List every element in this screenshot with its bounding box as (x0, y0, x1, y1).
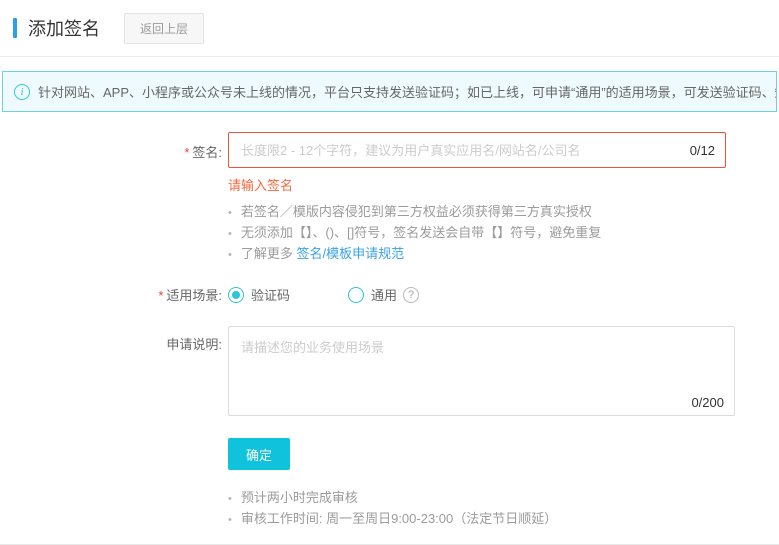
signature-spec-link[interactable]: 签名/模板申请规范 (296, 246, 404, 261)
scene-label-text: 适用场景: (166, 288, 222, 303)
required-mark: * (158, 288, 163, 303)
description-char-counter: 0/200 (691, 395, 724, 410)
footnotes: 预计两小时完成审核 审核工作时间: 周一至周日9:00-23:00（法定节日顺延… (228, 488, 779, 530)
back-button[interactable]: 返回上层 (124, 13, 204, 44)
signature-label-text: 签名: (192, 145, 222, 160)
description-textarea[interactable] (239, 335, 724, 393)
footnote-item: 预计两小时完成审核 (228, 488, 779, 509)
signature-label: *签名: (0, 132, 222, 168)
signature-form: *签名: 0/12 请输入签名 若签名／模版内容侵犯到第三方权益必须获得第三方真… (0, 132, 779, 530)
confirm-button[interactable]: 确定 (228, 438, 290, 470)
description-field: 0/200 (228, 326, 735, 416)
signature-field: 0/12 (228, 132, 726, 168)
signature-input[interactable] (239, 142, 682, 159)
scene-row: *适用场景: 验证码 通用 ? (0, 285, 779, 304)
note-item: 若签名／模版内容侵犯到第三方权益必须获得第三方真实授权 (228, 202, 779, 223)
radio-verification-code-label: 验证码 (251, 285, 290, 304)
radio-general-label: 通用 (371, 285, 397, 304)
add-signature-page: 添加签名 返回上层 i 针对网站、APP、小程序或公众号未上线的情况，平台只支持… (0, 0, 779, 545)
note-item: 无须添加【】、()、[]符号，签名发送会自带【】符号，避免重复 (228, 223, 779, 244)
page-title: 添加签名 (28, 15, 100, 41)
signature-error-text: 请输入签名 (228, 175, 779, 194)
radio-selected-icon[interactable] (228, 287, 244, 303)
required-mark: * (184, 145, 189, 160)
description-label: 申请说明: (0, 326, 222, 416)
signature-notes: 若签名／模版内容侵犯到第三方权益必须获得第三方真实授权 无须添加【】、()、[]… (228, 202, 779, 265)
info-banner-text: 针对网站、APP、小程序或公众号未上线的情况，平台只支持发送验证码；如已上线，可… (38, 85, 777, 100)
footnote-item: 审核工作时间: 周一至周日9:00-23:00（法定节日顺延） (228, 509, 779, 530)
description-row: 申请说明: 0/200 (0, 326, 779, 416)
radio-unselected-icon[interactable] (348, 287, 364, 303)
scene-label: *适用场景: (0, 285, 222, 304)
page-header: 添加签名 返回上层 (0, 0, 779, 57)
signature-input-wrap: 0/12 (228, 132, 726, 168)
description-textarea-wrap: 0/200 (228, 326, 735, 416)
help-question-icon[interactable]: ? (403, 287, 419, 303)
info-banner: i 针对网站、APP、小程序或公众号未上线的情况，平台只支持发送验证码；如已上线… (2, 71, 777, 112)
note-item-more: 了解更多 签名/模板申请规范 (228, 244, 779, 265)
more-label: 了解更多 (241, 246, 297, 261)
signature-row: *签名: 0/12 (0, 132, 779, 168)
scene-radio-group: 验证码 通用 ? (228, 285, 419, 304)
info-icon: i (14, 84, 30, 100)
radio-general[interactable]: 通用 ? (348, 285, 419, 304)
signature-char-counter: 0/12 (690, 143, 715, 158)
title-accent-bar (13, 18, 17, 38)
radio-verification-code[interactable]: 验证码 (228, 285, 290, 304)
